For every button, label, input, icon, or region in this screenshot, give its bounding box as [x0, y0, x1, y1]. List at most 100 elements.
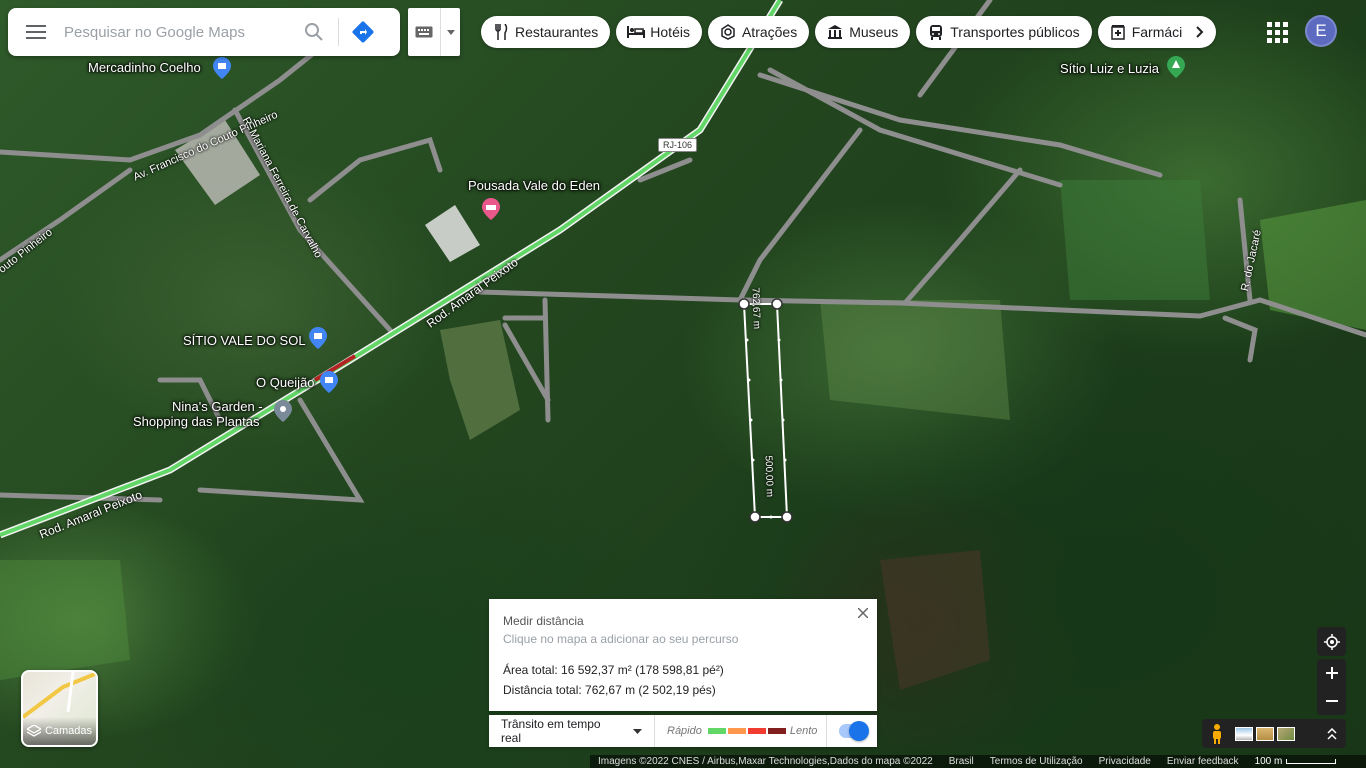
chip-label: Farmáci	[1131, 24, 1183, 40]
imagery-thumbnail[interactable]	[1235, 726, 1253, 741]
chevron-right-icon	[1195, 26, 1204, 38]
traffic-toggle[interactable]	[839, 721, 869, 741]
measure-vertex	[749, 511, 761, 523]
layers-label: Camadas	[44, 725, 93, 737]
chip-restaurants[interactable]: Restaurantes	[481, 16, 611, 48]
traffic-bar: Trânsito em tempo real Rápido Lento	[489, 715, 877, 747]
search-button[interactable]	[294, 8, 334, 56]
chevron-up-double-icon	[1327, 727, 1337, 740]
my-location-button[interactable]	[1317, 627, 1346, 656]
place-label-ninas-2[interactable]: Shopping das Plantas	[133, 414, 259, 430]
pegman-button[interactable]	[1202, 719, 1232, 748]
imagery-thumbnail[interactable]	[1256, 726, 1274, 741]
chip-label: Restaurantes	[515, 24, 599, 40]
segment-length-label: 762,67 m	[749, 287, 762, 330]
layers-button[interactable]: Camadas	[21, 670, 98, 747]
apps-grid-icon	[1267, 22, 1272, 27]
measure-total-distance: Distância total: 762,67 m (2 502,19 pés)	[503, 683, 716, 697]
scale-ruler	[1286, 759, 1337, 764]
feedback-link[interactable]: Enviar feedback	[1159, 756, 1247, 767]
minus-icon	[1325, 700, 1338, 702]
layers-icon	[26, 725, 41, 737]
search-icon	[305, 23, 323, 41]
layers-preview	[23, 672, 96, 719]
measure-vertex	[738, 298, 750, 310]
chip-label: Museus	[849, 24, 899, 40]
hotel-pin-icon[interactable]	[482, 198, 500, 220]
zoom-in-button[interactable]	[1317, 659, 1346, 687]
zoom-out-button[interactable]	[1317, 687, 1346, 715]
pharmacy-icon	[1108, 23, 1128, 41]
shopping-cart-pin-icon[interactable]	[320, 371, 338, 393]
bus-icon	[926, 23, 946, 41]
pegman-icon	[1213, 723, 1221, 744]
chip-hotels[interactable]: Hotéis	[616, 16, 702, 48]
place-label-queijao[interactable]: O Queijão	[256, 375, 315, 391]
chip-label: Atrações	[741, 24, 798, 40]
traffic-swatch	[767, 728, 786, 734]
expand-imagery-button[interactable]	[1318, 719, 1346, 748]
menu-button[interactable]	[8, 8, 64, 56]
input-tools	[408, 8, 460, 56]
zoom-controls	[1317, 659, 1346, 715]
bed-icon	[626, 23, 646, 41]
chip-attractions[interactable]: Atrações	[707, 16, 810, 48]
camera-icon	[718, 23, 738, 41]
country-link[interactable]: Brasil	[941, 756, 982, 767]
traffic-slow-label: Lento	[789, 725, 818, 737]
scale-label: 100 m	[1254, 756, 1283, 767]
search-divider	[338, 18, 339, 46]
chips-next-button[interactable]	[1189, 22, 1210, 42]
traffic-swatch	[747, 728, 766, 734]
traffic-legend: Rápido Lento	[655, 715, 827, 747]
place-label-ninas-1[interactable]: Nina's Garden -	[172, 399, 263, 415]
route-shield-rj106: RJ-106	[658, 138, 698, 152]
close-icon	[858, 608, 868, 618]
place-label-mercadinho[interactable]: Mercadinho Coelho	[88, 60, 201, 76]
measure-total-area: Área total: 16 592,37 m² (178 598,81 pé²…	[503, 663, 724, 677]
measure-distance-panel: Medir distância Clique no mapa a adicion…	[489, 599, 877, 711]
shopping-pin-icon[interactable]	[213, 57, 231, 79]
terms-link[interactable]: Termos de Utilização	[982, 756, 1091, 767]
traffic-swatch	[707, 728, 726, 734]
search-input[interactable]	[64, 17, 294, 47]
measure-vertex	[771, 298, 783, 310]
input-tools-dropdown[interactable]	[440, 8, 460, 56]
chip-transit[interactable]: Transportes públicos	[916, 16, 1092, 48]
place-pin-icon[interactable]	[274, 400, 292, 422]
scale-bar[interactable]: 100 m	[1247, 756, 1345, 767]
segment-length-label: 500,00 m	[762, 455, 775, 498]
directions-icon	[352, 21, 374, 43]
place-label-pousada[interactable]: Pousada Vale do Eden	[468, 178, 600, 194]
street-view-bar	[1202, 719, 1346, 748]
traffic-swatch	[727, 728, 746, 734]
google-apps-button[interactable]	[1262, 17, 1290, 45]
fork-knife-icon	[491, 23, 511, 41]
place-label-sitio-luiz[interactable]: Sítio Luiz e Luzia	[1060, 61, 1159, 77]
search-box	[8, 8, 400, 56]
caret-down-icon	[446, 29, 455, 35]
caret-down-icon	[633, 728, 642, 734]
place-label-sitio-vale[interactable]: SÍTIO VALE DO SOL	[183, 333, 306, 349]
account-avatar[interactable]: E	[1305, 15, 1337, 47]
museum-icon	[825, 23, 845, 41]
park-pin-icon[interactable]	[1167, 56, 1185, 78]
traffic-fast-label: Rápido	[667, 725, 702, 737]
directions-button[interactable]	[343, 8, 383, 56]
imagery-thumbnail[interactable]	[1277, 726, 1295, 741]
chip-pharmacy[interactable]: Farmáci	[1097, 16, 1216, 48]
traffic-mode-select[interactable]: Trânsito em tempo real	[489, 715, 655, 747]
chip-museums[interactable]: Museus	[815, 16, 911, 48]
chip-label: Transportes públicos	[950, 24, 1080, 40]
chip-label: Hotéis	[650, 24, 690, 40]
keyboard-button[interactable]	[408, 8, 440, 56]
location-target-icon	[1323, 633, 1340, 650]
category-chips: Restaurantes Hotéis Atrações Museus Tran…	[481, 16, 1216, 48]
close-measure-button[interactable]	[855, 605, 871, 621]
privacy-link[interactable]: Privacidade	[1091, 756, 1159, 767]
shopping-pin-icon[interactable]	[309, 327, 327, 349]
map-footer: Imagens ©2022 CNES / Airbus,Maxar Techno…	[590, 755, 1366, 768]
hamburger-icon	[26, 25, 46, 39]
keyboard-icon	[415, 26, 433, 38]
plus-icon	[1325, 667, 1338, 679]
